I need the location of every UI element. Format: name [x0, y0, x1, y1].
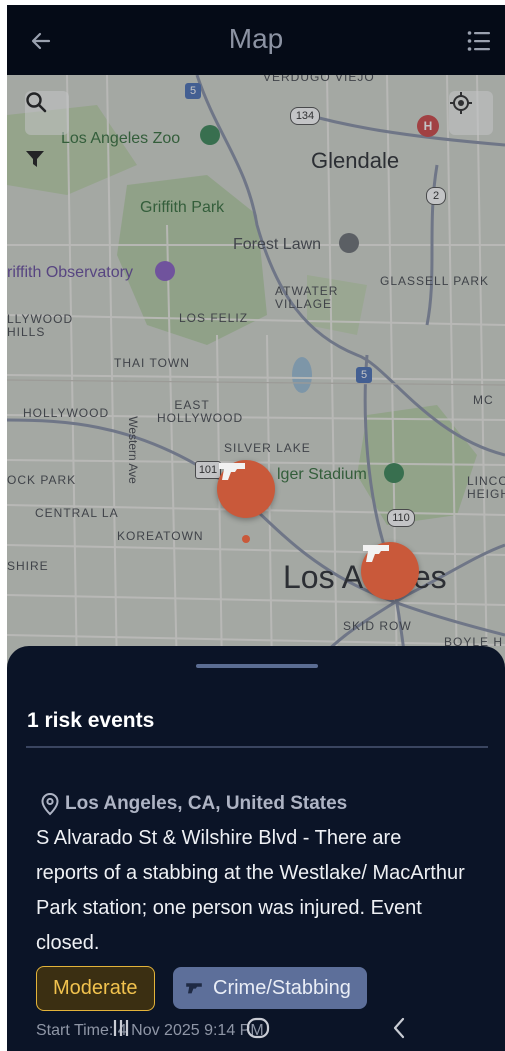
map-label: SKID ROW — [343, 619, 412, 633]
category-badge: Crime/Stabbing — [173, 967, 367, 1009]
event-description: S Alvarado St & Wilshire Blvd - There ar… — [36, 827, 465, 954]
map-label: VERDUGO VIEJO — [263, 75, 375, 84]
handgun-icon — [186, 983, 202, 994]
map-label: KOREATOWN — [117, 529, 204, 543]
handgun-icon[interactable] — [217, 460, 275, 518]
map-label: CENTRAL LA — [35, 506, 119, 520]
handgun-icon[interactable] — [361, 542, 419, 600]
phone-screen: Map VERDUGO VIEJO Los Angeles Zoo Glenda… — [7, 5, 505, 1051]
route-shield: 134 — [290, 107, 320, 125]
map-label: LINCO HEIGH — [467, 474, 505, 501]
map-label: THAI TOWN — [114, 356, 190, 370]
category-label: Crime/Stabbing — [213, 976, 351, 999]
stadium-icon — [384, 463, 404, 483]
map-view[interactable]: VERDUGO VIEJO Los Angeles Zoo Glendale G… — [7, 75, 505, 675]
top-app-bar: Map — [7, 5, 505, 75]
filter-icon[interactable] — [25, 149, 69, 193]
map-label: GLASSELL PARK — [380, 274, 490, 288]
event-location[interactable]: Los Angeles, CA, United States — [39, 792, 347, 816]
divider — [26, 746, 488, 748]
location-text: Los Angeles, CA, United States — [65, 793, 348, 814]
system-nav-bar — [7, 1005, 505, 1051]
cemetery-icon — [339, 233, 359, 253]
location-pin-icon — [41, 792, 59, 816]
map-label: Western Ave — [125, 416, 140, 484]
page-title: Map — [228, 23, 284, 54]
map-label: Griffith Park — [140, 199, 225, 216]
map-label: Forest Lawn — [233, 236, 322, 253]
map-label: MC — [473, 393, 494, 407]
map-label: EAST HOLLYWOOD — [157, 398, 244, 425]
map-label: HOLLYWOOD — [23, 406, 110, 420]
observatory-icon — [155, 261, 175, 281]
search-icon[interactable] — [25, 91, 69, 135]
route-shield: 5 — [185, 83, 201, 99]
map-label: LOS FELIZ — [179, 311, 249, 325]
map-label: Los Angeles Zoo — [61, 130, 181, 147]
map-label: Glendale — [311, 148, 400, 173]
risk-events-count: 1 risk events — [27, 709, 155, 732]
route-shield: 5 — [356, 367, 372, 383]
route-shield: 110 — [387, 509, 415, 527]
map-label: riffith Observatory — [7, 264, 133, 281]
bottom-sheet[interactable]: 1 risk events Los Angeles, CA, United St… — [7, 646, 505, 1051]
recent-apps-icon[interactable] — [101, 1013, 141, 1043]
zoo-icon — [200, 125, 220, 145]
map-label: LLYWOOD HILLS — [7, 312, 74, 339]
crosshair-icon[interactable] — [449, 91, 493, 135]
back-icon[interactable] — [379, 1013, 419, 1043]
map-label: lger Stadium — [277, 466, 367, 483]
map-label: SILVER LAKE — [224, 441, 311, 455]
map-label: ATWATER VILLAGE — [275, 284, 339, 311]
event-dot — [242, 535, 250, 543]
map-label: OCK PARK — [7, 473, 77, 487]
home-icon[interactable] — [238, 1013, 278, 1043]
drag-handle[interactable] — [196, 664, 318, 668]
hospital-icon: H — [417, 115, 439, 137]
list-icon[interactable] — [461, 23, 497, 59]
route-shield: 2 — [426, 187, 446, 205]
map-label: SHIRE — [7, 559, 49, 573]
